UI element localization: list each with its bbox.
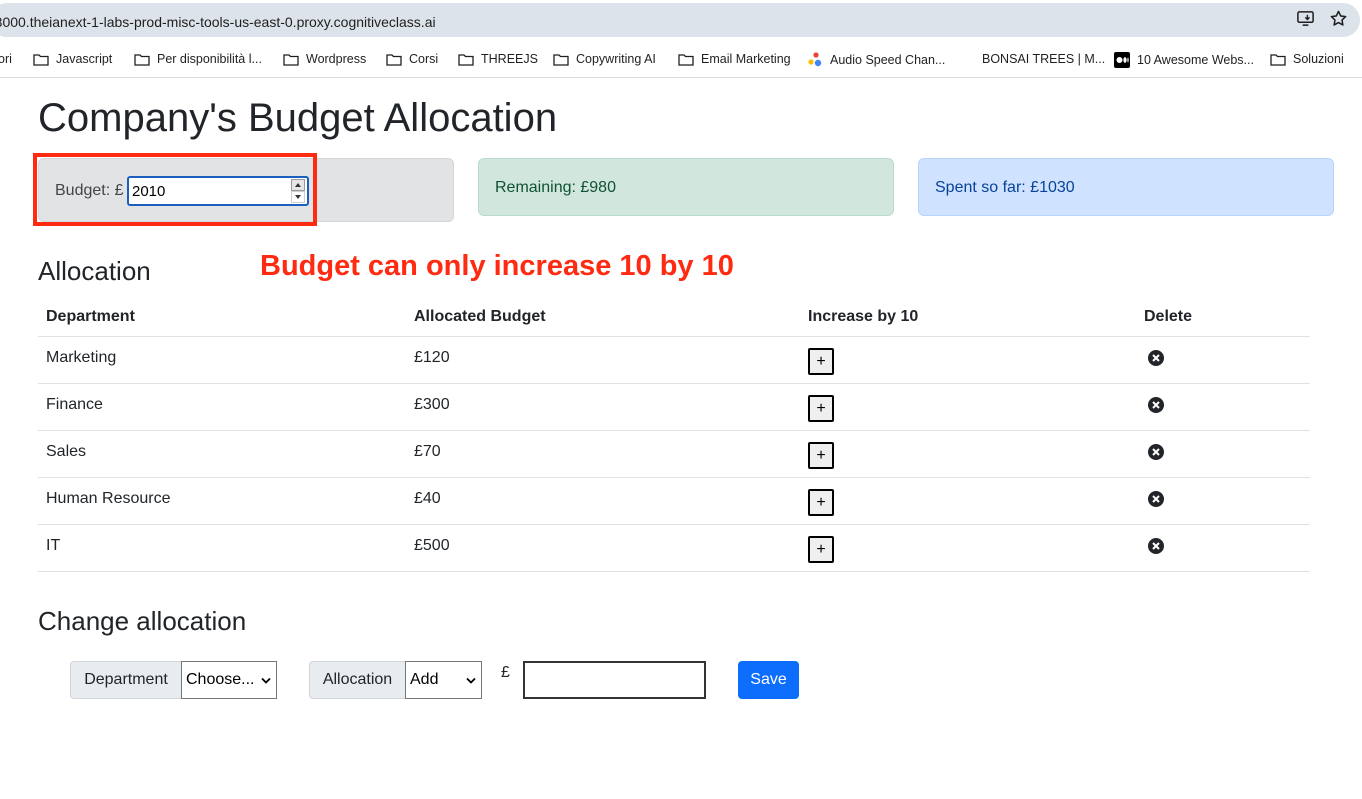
bookmark-star-icon[interactable] (1329, 9, 1348, 33)
remaining-text: Remaining: £980 (495, 179, 616, 196)
bookmark-item[interactable]: 10 Awesome Webs... (1114, 52, 1254, 68)
currency-symbol: £ (501, 664, 510, 681)
bookmark-item[interactable]: Email Marketing (678, 52, 791, 66)
save-button[interactable]: Save (738, 661, 799, 699)
bookmark-item[interactable]: THREEJS (458, 52, 538, 66)
budget-cell: £120 (414, 349, 450, 366)
folder-icon (458, 53, 474, 66)
bookmark-item[interactable]: Copywriting AI (553, 52, 656, 66)
annotation-text: Budget can only increase 10 by 10 (260, 250, 734, 282)
department-label: Department (70, 661, 182, 699)
department-cell: Sales (46, 443, 87, 460)
delete-icon[interactable] (1147, 349, 1165, 367)
bookmark-item[interactable]: Wordpress (283, 52, 366, 66)
column-header: Allocated Budget (414, 308, 546, 325)
allocation-select-value: Add (410, 671, 439, 688)
bookmark-item[interactable]: Per disponibilità l... (134, 52, 262, 66)
department-cell: Finance (46, 396, 103, 413)
change-allocation-heading: Change allocation (38, 606, 247, 636)
department-cell: Human Resource (46, 490, 171, 507)
delete-icon[interactable] (1147, 490, 1165, 508)
chevron-down-icon (261, 677, 271, 684)
folder-icon (33, 53, 49, 66)
delete-icon[interactable] (1147, 396, 1165, 414)
table-row: Sales £70 + (38, 431, 1310, 478)
department-cell: Marketing (46, 349, 117, 366)
bookmark-item[interactable]: Javascript (33, 52, 112, 66)
table-row: IT £500 + (38, 525, 1310, 572)
chevron-down-icon (466, 677, 476, 684)
folder-icon (1270, 53, 1286, 66)
increase-button[interactable]: + (808, 536, 834, 563)
medium-icon (1114, 52, 1130, 68)
table-header: Department Allocated Budget Increase by … (38, 300, 1310, 337)
allocation-table: Department Allocated Budget Increase by … (38, 300, 1310, 572)
increase-button[interactable]: + (808, 442, 834, 469)
allocation-label: Allocation (309, 661, 406, 699)
url-text[interactable]: -3000.theianext-1-labs-prod-misc-tools-u… (0, 14, 436, 30)
highlight-box (33, 153, 317, 226)
bookmark-item[interactable]: Soluzioni (1270, 52, 1344, 66)
increase-button[interactable]: + (808, 348, 834, 375)
table-row: Finance £300 + (38, 384, 1310, 431)
delete-icon[interactable] (1147, 443, 1165, 461)
department-cell: IT (46, 537, 61, 554)
install-app-icon[interactable] (1296, 9, 1315, 33)
budget-cell: £500 (414, 537, 450, 554)
budget-cell: £40 (414, 490, 441, 507)
bookmarks-bar: ori Javascript Per disponibilità l... Wo… (0, 40, 1362, 78)
address-bar[interactable]: -3000.theianext-1-labs-prod-misc-tools-u… (0, 3, 1360, 37)
bookmark-item[interactable]: Audio Speed Chan... (807, 52, 945, 68)
dots-icon (808, 52, 822, 67)
table-row: Human Resource £40 + (38, 478, 1310, 525)
folder-icon (553, 53, 569, 66)
allocation-amount-input[interactable] (523, 661, 706, 699)
folder-icon (386, 53, 402, 66)
folder-icon (283, 53, 299, 66)
budget-cell: £70 (414, 443, 441, 460)
department-select[interactable]: Choose... (181, 661, 277, 699)
department-select-value: Choose... (186, 671, 255, 688)
table-row: Marketing £120 + (38, 337, 1310, 384)
folder-icon (678, 53, 694, 66)
spent-text: Spent so far: £1030 (935, 179, 1075, 196)
budget-cell: £300 (414, 396, 450, 413)
column-header: Delete (1144, 308, 1193, 325)
column-header: Department (46, 308, 135, 325)
column-header: Increase by 10 (808, 308, 919, 325)
folder-icon (134, 53, 150, 66)
bookmark-item[interactable]: Corsi (386, 52, 438, 66)
increase-button[interactable]: + (808, 489, 834, 516)
page-title: Company's Budget Allocation (38, 96, 558, 140)
browser-toolbar: -3000.theianext-1-labs-prod-misc-tools-u… (0, 0, 1362, 40)
increase-button[interactable]: + (808, 395, 834, 422)
bookmark-item[interactable]: BONSAI TREES | M... (982, 52, 1105, 66)
delete-icon[interactable] (1147, 537, 1165, 555)
allocation-heading: Allocation (38, 256, 151, 286)
allocation-select[interactable]: Add (405, 661, 482, 699)
bookmark-item[interactable]: ori (0, 52, 12, 66)
remaining-card: Remaining: £980 (478, 158, 894, 216)
spent-card: Spent so far: £1030 (918, 158, 1334, 216)
